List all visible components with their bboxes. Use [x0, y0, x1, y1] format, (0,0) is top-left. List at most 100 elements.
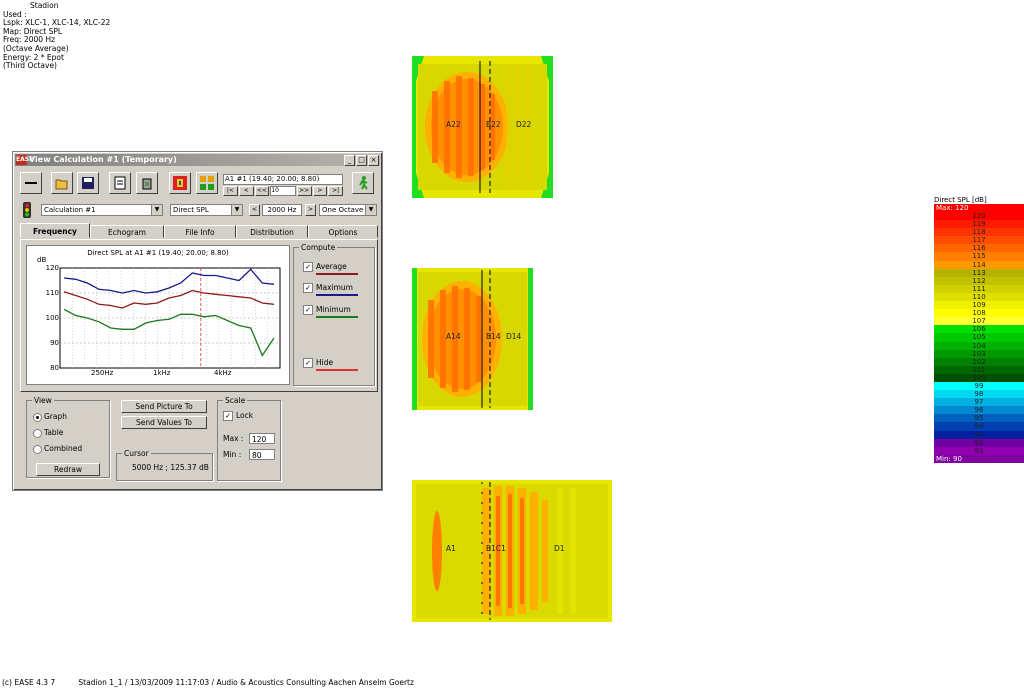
hide-checkbox[interactable]: ✓ [303, 358, 313, 368]
color-map-icon [173, 176, 187, 190]
legend-row: 112 [934, 276, 1024, 285]
legend-row: 116 [934, 244, 1024, 253]
max-field[interactable]: 120 [249, 433, 275, 444]
traffic-light-icon [23, 202, 31, 218]
view-label: View [32, 396, 54, 405]
cursor-group: Cursor 5000 Hz ; 125.37 dB [116, 449, 213, 481]
clipboard-button[interactable] [109, 172, 131, 194]
minus-icon [25, 182, 37, 184]
tab-file-info[interactable]: File Info [164, 225, 236, 238]
freq-prev-button[interactable]: < [249, 204, 260, 216]
tab-frequency[interactable]: Frequency [20, 223, 90, 238]
legend-title: Direct SPL [dB] [934, 196, 987, 204]
legend-row: 111 [934, 284, 1024, 293]
nav-first-button[interactable]: |< [223, 186, 238, 196]
position-field[interactable]: A1 #1 (19.40; 20.00; 8.80) [223, 174, 343, 185]
walking-person-icon [359, 176, 368, 190]
legend-row: 110 [934, 292, 1024, 302]
plot-info: Stadion Used : Lspk: XLC-1, XLC-14, XLC-… [3, 1, 110, 71]
seat-label: B14 [486, 332, 501, 341]
redraw-button[interactable]: Redraw [36, 463, 100, 476]
map-area-22[interactable]: A22 B22 D22 [412, 56, 553, 200]
chevron-down-icon: ▼ [151, 205, 162, 215]
bandwidth-select[interactable]: One Octave ▼ [319, 204, 377, 216]
table-radio-label: Table [44, 428, 64, 437]
lock-checkbox[interactable]: ✓ [223, 411, 233, 421]
send-picture-button[interactable]: Send Picture To [121, 400, 207, 413]
copyright-text: (c) EASE 4.3 7 [2, 678, 56, 687]
grid-map-button[interactable] [196, 172, 218, 194]
legend-row: 98 [934, 390, 1024, 399]
map-type-select-value: Direct SPL [173, 206, 209, 214]
average-checkbox[interactable]: ✓ [303, 262, 313, 272]
tab-echogram[interactable]: Echogram [90, 225, 164, 238]
maximum-label: Maximum [316, 283, 353, 292]
nav-prev-button[interactable]: < [238, 186, 254, 196]
seat-label: D1 [554, 544, 565, 553]
legend-min: Min: 90 [934, 454, 1024, 463]
map-area-14[interactable]: A14 B14 D14 [412, 268, 533, 412]
map-button[interactable] [169, 172, 191, 194]
legend-row: 91 [934, 446, 1024, 455]
freq-next-button[interactable]: > [305, 204, 316, 216]
frequency-panel: Direct SPL at A1 #1 (19.40; 20.00; 8.80)… [20, 239, 378, 392]
bandwidth-select-value: One Octave [322, 206, 364, 214]
cursor-value: 5000 Hz ; 125.37 dB [132, 463, 209, 472]
hide-label: Hide [316, 358, 334, 367]
graph-radio[interactable] [33, 413, 42, 422]
frequency-field[interactable]: 2000 Hz [262, 204, 302, 216]
legend-row: 119 [934, 220, 1024, 229]
delete-button[interactable] [136, 172, 158, 194]
tab-options[interactable]: Options [308, 225, 378, 238]
scale-label: Scale [223, 396, 248, 405]
seat-label: A1 [446, 544, 456, 553]
minimum-label: Minimum [316, 305, 351, 314]
send-values-button[interactable]: Send Values To [121, 416, 207, 429]
scale-group: Scale ✓ Lock Max : 120 Min : 80 [217, 396, 281, 481]
map-area-1[interactable]: A1 B1C1 D1 [412, 480, 612, 624]
frequency-graph[interactable]: Direct SPL at A1 #1 (19.40; 20.00; 8.80)… [26, 245, 290, 385]
walker-button[interactable] [352, 172, 374, 194]
table-radio[interactable] [33, 429, 42, 438]
minimum-checkbox[interactable]: ✓ [303, 305, 313, 315]
nav-forward-button[interactable]: >> [296, 186, 312, 196]
maximize-button[interactable]: □ [356, 155, 367, 166]
series-line-minimum [63, 308, 275, 357]
folder-open-icon [55, 179, 68, 190]
map-type-select[interactable]: Direct SPL ▼ [170, 204, 243, 216]
minimum-line-swatch [316, 316, 358, 318]
close-button[interactable]: × [368, 155, 379, 166]
graph-radio-label: Graph [44, 412, 68, 421]
legend-row: 118 [934, 228, 1024, 237]
minus-button[interactable] [20, 172, 42, 194]
tab-distribution[interactable]: Distribution [236, 225, 308, 238]
nav-step-field[interactable]: 10 [270, 186, 296, 196]
clipboard-icon [114, 176, 126, 190]
legend-row: 104 [934, 341, 1024, 350]
average-label: Average [316, 262, 347, 271]
nav-back-button[interactable]: << [254, 186, 270, 196]
legend-row: 102 [934, 357, 1024, 366]
average-line-swatch [316, 273, 358, 275]
open-button[interactable] [51, 172, 73, 194]
spl-map-graphic [412, 56, 553, 198]
legend-row: 113 [934, 268, 1024, 277]
legend-row: 99 [934, 381, 1024, 391]
combined-radio[interactable] [33, 445, 42, 454]
min-field[interactable]: 80 [249, 449, 275, 460]
nav-last-button[interactable]: >| [328, 186, 344, 196]
spl-map-graphic [412, 480, 612, 622]
combined-radio-label: Combined [44, 444, 83, 453]
minimize-button[interactable]: _ [344, 155, 355, 166]
legend-row: 109 [934, 301, 1024, 310]
legend-row: 108 [934, 309, 1024, 318]
window-titlebar[interactable]: EASE View Calculation #1 (Temporary) _ □… [15, 154, 380, 166]
legend-row: 96 [934, 406, 1024, 415]
save-button[interactable] [77, 172, 99, 194]
maximum-checkbox[interactable]: ✓ [303, 283, 313, 293]
seat-label: B22 [486, 120, 501, 129]
floppy-icon [82, 177, 94, 189]
nav-next-button[interactable]: > [312, 186, 328, 196]
calculation-select[interactable]: Calculation #1 ▼ [41, 204, 163, 216]
legend-row: 105 [934, 333, 1024, 342]
